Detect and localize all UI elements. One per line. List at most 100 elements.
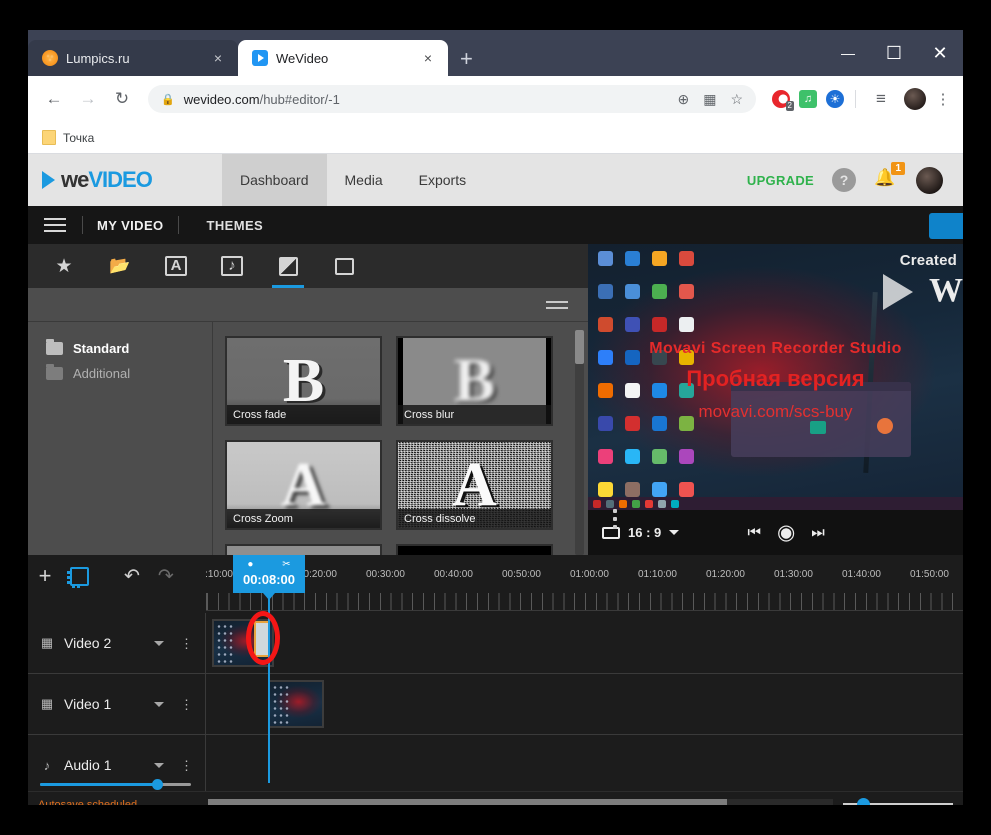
- text-a-icon: A: [165, 256, 188, 276]
- transitions-tab[interactable]: [268, 244, 308, 288]
- help-icon[interactable]: ?: [832, 168, 856, 192]
- browser-tab-lumpics[interactable]: Lumpics.ru ×: [28, 40, 238, 76]
- redo-icon[interactable]: ↷: [158, 565, 174, 588]
- transition-label: Cross fade: [227, 405, 380, 424]
- maximize-button[interactable]: ☐: [871, 30, 917, 76]
- bookmark-star-icon[interactable]: ☆: [730, 91, 743, 108]
- menu-icon[interactable]: [42, 214, 68, 236]
- track-body[interactable]: [206, 674, 963, 734]
- chevron-down-icon[interactable]: [154, 763, 164, 768]
- browser-menu-icon[interactable]: ⋮: [935, 90, 951, 108]
- upgrade-button[interactable]: UPGRADE: [747, 173, 814, 188]
- playhead-time-chip[interactable]: ● ✂ 00:08:00: [233, 555, 305, 593]
- panel-splitter-handle[interactable]: [613, 509, 619, 529]
- aspect-ratio-selector[interactable]: 16 : 9: [588, 525, 679, 540]
- category-standard[interactable]: Standard: [28, 336, 212, 361]
- slider-knob[interactable]: [152, 779, 163, 790]
- playlist-icon[interactable]: ≡: [867, 85, 895, 113]
- skip-next-icon[interactable]: ⏭: [811, 524, 825, 541]
- track-header[interactable]: ♪ Audio 1 ⋮: [28, 735, 206, 795]
- new-tab-button[interactable]: +: [448, 48, 485, 76]
- track-body[interactable]: [206, 613, 963, 673]
- bookmark-item[interactable]: Точка: [42, 130, 94, 145]
- list-options-icon[interactable]: [546, 301, 568, 309]
- text-tab[interactable]: A: [156, 244, 196, 288]
- play-triangle-icon: [42, 171, 55, 189]
- install-icon[interactable]: ⊕: [677, 91, 689, 108]
- category-label: Additional: [73, 366, 130, 381]
- browser-titlebar: Lumpics.ru × WeVideo × + — ☐ ✕: [28, 30, 963, 76]
- nav-item-media[interactable]: Media: [327, 154, 401, 206]
- slider-knob[interactable]: [857, 798, 870, 805]
- favorites-tab[interactable]: ★: [44, 244, 84, 288]
- graphics-tab[interactable]: [324, 244, 364, 288]
- transitions-grid-wrap: B Cross fade B Cross blur: [213, 322, 588, 555]
- browser-avatar[interactable]: [904, 88, 926, 110]
- track-header[interactable]: ▦ Video 1 ⋮: [28, 674, 206, 734]
- folders-tab[interactable]: 📂: [100, 244, 140, 288]
- ruler-tick-label: 00:40:00: [434, 569, 473, 580]
- publish-button[interactable]: [929, 213, 963, 239]
- add-media-button[interactable]: +: [28, 565, 62, 587]
- undo-icon[interactable]: ↶: [124, 565, 140, 588]
- nav-item-dashboard[interactable]: Dashboard: [222, 154, 327, 206]
- scissors-icon[interactable]: ✂: [282, 559, 290, 570]
- category-additional[interactable]: Additional: [28, 361, 212, 386]
- library-options-bar: [28, 288, 588, 322]
- opera-extension-icon[interactable]: 2: [772, 90, 790, 108]
- transition-card[interactable]: B Cross fade: [225, 336, 382, 426]
- wevideo-app: weVIDEO Dashboard Media Exports UPGRADE …: [28, 154, 963, 805]
- music-extension-icon[interactable]: ♫: [799, 90, 817, 108]
- address-bar[interactable]: 🔒 wevideo.com/hub#editor/-1 ⊕ ▦ ☆: [148, 85, 756, 113]
- play-icon[interactable]: ◉: [777, 520, 795, 545]
- wevideo-logo[interactable]: weVIDEO: [42, 167, 222, 193]
- track-menu-icon[interactable]: ⋮: [180, 637, 205, 650]
- themes-button[interactable]: THEMES: [207, 218, 264, 233]
- nav-item-exports[interactable]: Exports: [401, 154, 484, 206]
- preview-controls: 16 : 9 ⏮ ◉ ⏭: [588, 510, 963, 555]
- video-clip[interactable]: [268, 680, 324, 728]
- chevron-down-icon[interactable]: [154, 641, 164, 646]
- project-name[interactable]: MY VIDEO: [97, 218, 164, 233]
- playhead-line[interactable]: [268, 593, 270, 783]
- ruler-tick-label: 01:40:00: [842, 569, 881, 580]
- track-audio-1: ♪ Audio 1 ⋮: [28, 735, 963, 796]
- timeline-horizontal-scrollbar[interactable]: [208, 799, 833, 805]
- transition-card-partial[interactable]: [225, 544, 382, 555]
- close-window-button[interactable]: ✕: [917, 30, 963, 76]
- transition-card[interactable]: A Cross Zoom: [225, 440, 382, 530]
- extension-badge: 2: [786, 101, 794, 111]
- browser-tab-wevideo[interactable]: WeVideo ×: [238, 40, 448, 76]
- tab-title: Lumpics.ru: [66, 51, 202, 66]
- back-icon[interactable]: ←: [40, 85, 68, 113]
- split-clip-icon[interactable]: [62, 567, 96, 586]
- track-header[interactable]: ▦ Video 2 ⋮: [28, 613, 206, 673]
- forward-icon[interactable]: →: [74, 85, 102, 113]
- slider-fill: [40, 783, 158, 786]
- ruler-tick-label: 01:10:00: [638, 569, 677, 580]
- reload-icon[interactable]: ↻: [108, 85, 136, 113]
- chevron-down-icon[interactable]: [154, 702, 164, 707]
- library-scrollbar[interactable]: [575, 330, 584, 555]
- close-icon[interactable]: ×: [420, 50, 436, 66]
- timeline-zoom-slider[interactable]: [843, 799, 953, 805]
- preview-stage[interactable]: Created W Movavi Screen Recorder Studio …: [588, 244, 963, 510]
- globe-extension-icon[interactable]: ☀: [826, 90, 844, 108]
- transition-card-partial[interactable]: [396, 544, 553, 555]
- transition-card[interactable]: A Cross dissolve: [396, 440, 553, 530]
- volume-slider[interactable]: [40, 779, 191, 789]
- track-body[interactable]: [206, 735, 963, 795]
- transition-card[interactable]: B Cross blur: [396, 336, 553, 426]
- track-menu-icon[interactable]: ⋮: [180, 759, 205, 772]
- marker-icon[interactable]: ●: [247, 559, 253, 570]
- user-avatar[interactable]: [916, 167, 943, 194]
- playhead-time: 00:08:00: [233, 571, 305, 589]
- translate-icon[interactable]: ▦: [703, 91, 716, 108]
- timeline-ruler[interactable]: 00:10:00 00:20:00 00:30:00 00:40:00 00:5…: [206, 555, 963, 613]
- minimize-button[interactable]: —: [825, 30, 871, 76]
- skip-previous-icon[interactable]: ⏮: [747, 524, 761, 541]
- close-icon[interactable]: ×: [210, 50, 226, 66]
- notifications-button[interactable]: 🔔 1: [874, 168, 898, 192]
- audio-tab[interactable]: ♪: [212, 244, 252, 288]
- track-menu-icon[interactable]: ⋮: [180, 698, 205, 711]
